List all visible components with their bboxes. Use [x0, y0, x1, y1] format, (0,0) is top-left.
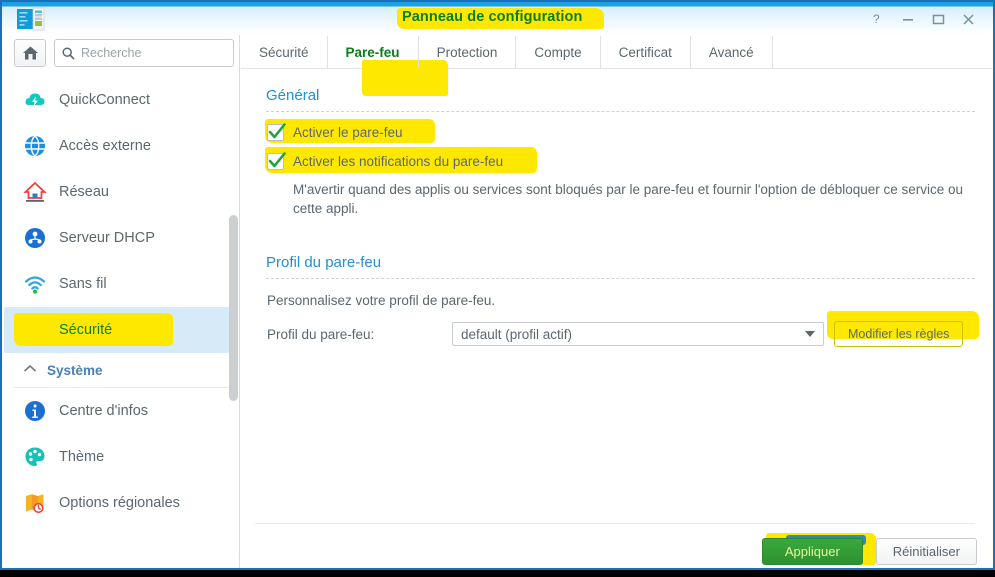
- svg-text:?: ?: [873, 12, 880, 26]
- section-title-profil: Profil du pare-feu: [266, 254, 382, 271]
- tab-bar: Sécurité Pare-feu Protection Compte Cert…: [241, 35, 993, 96]
- regional-options-icon: [23, 491, 47, 515]
- tab-label: Protection: [436, 44, 498, 60]
- sidebar-nav-list: QuickConnect Accès externe Réseau Serveu…: [4, 77, 238, 568]
- checkbox-label: Activer les notifications du pare-feu: [293, 154, 504, 169]
- profil-select-value: default (profil actif): [461, 326, 573, 342]
- tab-content-pare-feu: Général Activer le pare-feu Activer les …: [241, 87, 993, 347]
- dhcp-server-icon: [23, 226, 47, 250]
- maximize-button[interactable]: [923, 8, 953, 30]
- edit-rules-label: Modifier les règles: [848, 327, 950, 341]
- checkmark-icon: [268, 152, 286, 168]
- tab-label: Certificat: [618, 44, 672, 60]
- sidebar-search-row: Recherche: [14, 39, 234, 67]
- tab-certificat[interactable]: Certificat: [601, 36, 691, 68]
- close-button[interactable]: [953, 8, 983, 30]
- checkbox-label: Activer le pare-feu: [293, 125, 403, 140]
- sidebar-item-sans-fil[interactable]: Sans fil: [4, 261, 238, 307]
- tab-label: Sécurité: [259, 44, 309, 60]
- row-activer-notifications: Activer les notifications du pare-feu: [265, 147, 977, 173]
- notifications-description: M'avertir quand des applis ou services s…: [293, 182, 964, 216]
- section-divider: [266, 278, 975, 279]
- help-button[interactable]: ?: [863, 8, 893, 30]
- bottom-strip: [0, 570, 995, 577]
- sidebar-item-label: Options régionales: [59, 495, 180, 511]
- home-button[interactable]: [14, 39, 46, 67]
- sidebar-item-options-regionales[interactable]: Options régionales: [4, 480, 238, 526]
- sidebar-item-centre-dinfos[interactable]: Centre d'infos: [4, 388, 238, 434]
- chevron-down-icon: [805, 331, 815, 337]
- apply-button[interactable]: Appliquer: [761, 538, 863, 565]
- tab-avance[interactable]: Avancé: [691, 36, 773, 68]
- row-profil-pare-feu: Profil du pare-feu: default (profil acti…: [267, 321, 977, 347]
- tab-compte[interactable]: Compte: [516, 36, 601, 68]
- sidebar-item-label: Sans fil: [59, 276, 107, 292]
- search-input[interactable]: Recherche: [54, 39, 234, 67]
- section-divider: [266, 111, 975, 112]
- chevron-up-icon: [23, 363, 37, 377]
- tab-pare-feu[interactable]: Pare-feu: [328, 36, 419, 69]
- footer-divider: [255, 523, 975, 524]
- control-panel-window: Panneau de configuration ? Recherche Qui…: [0, 0, 995, 570]
- search-icon: [62, 46, 75, 60]
- apply-label: Appliquer: [784, 544, 840, 559]
- info-icon: [23, 399, 47, 423]
- main-panel: Sécurité Pare-feu Protection Compte Cert…: [241, 35, 993, 568]
- sidebar-item-label: Centre d'infos: [59, 403, 149, 419]
- checkmark-icon: [268, 123, 286, 139]
- checkbox-activer-notifications[interactable]: [267, 152, 286, 170]
- control-panel-icon: [14, 7, 46, 31]
- checkbox-activer-pare-feu[interactable]: [267, 123, 286, 141]
- sidebar-item-acces-externe[interactable]: Accès externe: [4, 123, 238, 169]
- sidebar-item-label: Thème: [59, 449, 105, 465]
- sidebar-group-label: Système: [47, 362, 103, 378]
- search-placeholder: Recherche: [81, 46, 142, 60]
- profil-field-label: Profil du pare-feu:: [267, 326, 375, 342]
- reset-label: Réinitialiser: [892, 544, 960, 559]
- sidebar-item-label: Réseau: [59, 184, 109, 200]
- minimize-button[interactable]: [893, 8, 923, 30]
- sidebar-item-reseau[interactable]: Réseau: [4, 169, 238, 215]
- sidebar-item-theme[interactable]: Thème: [4, 434, 238, 480]
- sidebar-scrollbar[interactable]: [229, 215, 238, 401]
- wifi-icon: [23, 272, 47, 296]
- network-house-icon: [23, 180, 47, 204]
- active-tab-caret: [365, 63, 380, 69]
- window-title: Panneau de configuration: [402, 9, 583, 25]
- sidebar-item-label: QuickConnect: [59, 92, 151, 108]
- sidebar-group-systeme[interactable]: Système: [14, 353, 228, 388]
- profil-select[interactable]: default (profil actif): [452, 322, 824, 346]
- row-activer-pare-feu: Activer le pare-feu: [265, 119, 977, 143]
- sidebar-item-label: Serveur DHCP: [59, 230, 155, 246]
- reset-button[interactable]: Réinitialiser: [875, 538, 977, 565]
- sidebar-item-label: Accès externe: [59, 138, 151, 154]
- edit-rules-button[interactable]: Modifier les règles: [834, 321, 964, 347]
- profil-subtitle: Personnalisez votre profil de pare-feu.: [267, 293, 496, 308]
- sidebar-item-quickconnect[interactable]: QuickConnect: [4, 77, 238, 123]
- tab-label: Compte: [534, 44, 582, 60]
- title-bar: Panneau de configuration ?: [2, 2, 993, 35]
- tab-label: Pare-feu: [345, 44, 400, 60]
- sidebar-item-securite[interactable]: Sécurité: [4, 307, 238, 353]
- palette-icon: [23, 445, 47, 469]
- sidebar: Recherche QuickConnect Accès externe Rés…: [4, 35, 240, 568]
- sidebar-item-serveur-dhcp[interactable]: Serveur DHCP: [4, 215, 238, 261]
- tab-label: Avancé: [708, 44, 754, 60]
- quickconnect-cloud-icon: [23, 88, 47, 112]
- globe-icon: [23, 134, 47, 158]
- sidebar-item-label: Sécurité: [59, 322, 113, 338]
- tab-securite[interactable]: Sécurité: [241, 36, 328, 68]
- window-controls: ?: [863, 8, 983, 30]
